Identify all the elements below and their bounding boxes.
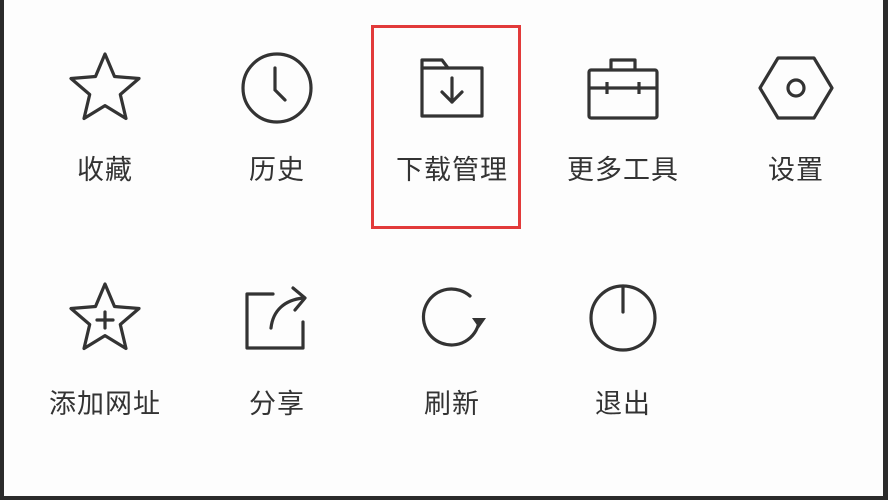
menu-item-label: 更多工具 <box>567 155 679 186</box>
menu-item-label: 刷新 <box>424 389 480 420</box>
menu-item-favorites[interactable]: 收藏 <box>19 48 191 198</box>
menu-panel: 收藏 历史 下载管理 更多工具 设置 添加网址 分享 刷新 退出 <box>0 0 888 500</box>
toolbox-icon <box>583 48 663 128</box>
menu-item-label: 收藏 <box>77 155 133 186</box>
menu-item-share[interactable]: 分享 <box>191 278 363 428</box>
menu-item-more-tools[interactable]: 更多工具 <box>537 48 709 198</box>
menu-item-label: 分享 <box>249 389 305 420</box>
menu-item-add-url[interactable]: 添加网址 <box>19 278 191 428</box>
right-edge <box>883 0 888 500</box>
menu-item-label: 退出 <box>595 389 651 420</box>
menu-item-label: 添加网址 <box>49 389 161 420</box>
menu-item-label: 历史 <box>249 155 305 186</box>
menu-item-refresh[interactable]: 刷新 <box>366 278 538 428</box>
menu-item-downloads[interactable]: 下载管理 <box>366 48 538 198</box>
menu-item-label: 下载管理 <box>396 155 508 186</box>
menu-item-history[interactable]: 历史 <box>191 48 363 198</box>
hexagon-settings-icon <box>756 48 836 128</box>
menu-item-exit[interactable]: 退出 <box>537 278 709 428</box>
menu-item-label: 设置 <box>768 155 824 186</box>
menu-item-settings[interactable]: 设置 <box>710 48 882 198</box>
share-icon <box>237 278 317 358</box>
left-edge <box>0 0 4 500</box>
star-icon <box>65 48 145 128</box>
star-plus-icon <box>65 278 145 358</box>
power-icon <box>583 278 663 358</box>
refresh-icon <box>412 278 492 358</box>
folder-download-icon <box>412 48 492 128</box>
clock-icon <box>237 48 317 128</box>
bottom-edge <box>0 496 888 500</box>
